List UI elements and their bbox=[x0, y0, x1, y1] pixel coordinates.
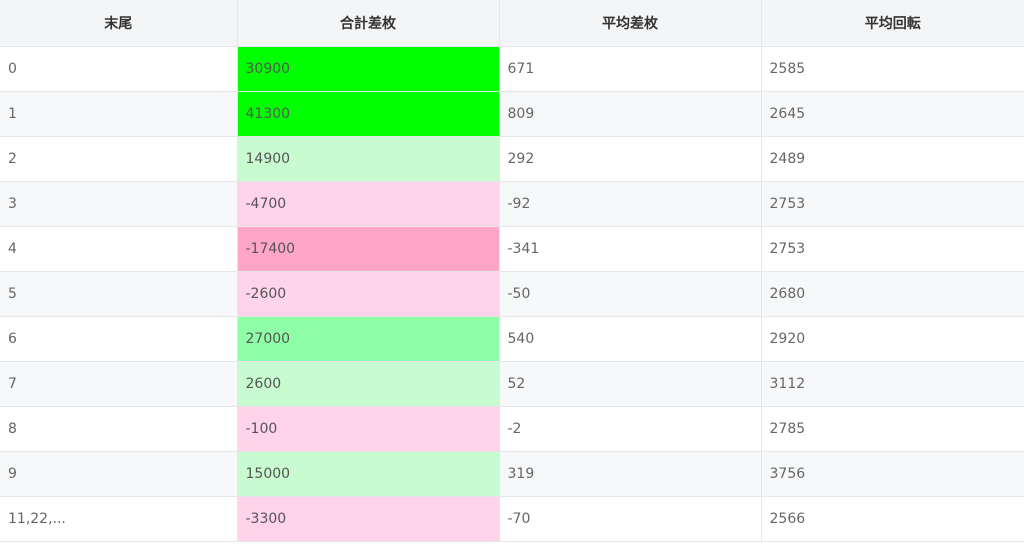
tail-cell: 7 bbox=[0, 361, 238, 407]
tail-cell: 1 bbox=[0, 91, 238, 137]
average-spin-cell: 2585 bbox=[760, 46, 1024, 92]
tail-cell: 8 bbox=[0, 406, 238, 452]
total-diff-cell: -3300 bbox=[236, 496, 500, 542]
table-row: 5 -2600 -50 2680 bbox=[0, 271, 1024, 317]
average-diff-cell: -70 bbox=[498, 496, 762, 542]
tail-cell: 5 bbox=[0, 271, 238, 317]
average-diff-cell: 540 bbox=[498, 316, 762, 362]
tail-cell: 0 bbox=[0, 46, 238, 92]
table-row: 7 2600 52 3112 bbox=[0, 361, 1024, 407]
table-row: 2 14900 292 2489 bbox=[0, 136, 1024, 182]
tail-cell: 11,22,... bbox=[0, 496, 238, 542]
average-spin-cell: 3756 bbox=[760, 451, 1024, 497]
table-row: 8 -100 -2 2785 bbox=[0, 406, 1024, 452]
average-spin-cell: 2566 bbox=[760, 496, 1024, 542]
total-diff-cell: 41300 bbox=[236, 91, 500, 137]
average-diff-cell: -2 bbox=[498, 406, 762, 452]
tail-cell: 9 bbox=[0, 451, 238, 497]
average-spin-cell: 2753 bbox=[760, 181, 1024, 227]
column-header-average-diff[interactable]: 平均差枚 bbox=[498, 0, 762, 47]
total-diff-cell: -2600 bbox=[236, 271, 500, 317]
total-diff-cell: -100 bbox=[236, 406, 500, 452]
average-spin-cell: 2489 bbox=[760, 136, 1024, 182]
total-diff-cell: 2600 bbox=[236, 361, 500, 407]
average-spin-cell: 2645 bbox=[760, 91, 1024, 137]
table-row: 6 27000 540 2920 bbox=[0, 316, 1024, 362]
total-diff-cell: 27000 bbox=[236, 316, 500, 362]
average-diff-cell: 292 bbox=[498, 136, 762, 182]
table-row: 0 30900 671 2585 bbox=[0, 46, 1024, 92]
tail-cell: 6 bbox=[0, 316, 238, 362]
table-row: 1 41300 809 2645 bbox=[0, 91, 1024, 137]
table-body: 0 30900 671 2585 1 41300 809 2645 2 14900 292 2489 3… bbox=[0, 46, 1024, 542]
column-header-tail[interactable]: 末尾 bbox=[0, 0, 238, 47]
average-diff-cell: -50 bbox=[498, 271, 762, 317]
stats-table: 末尾 合計差枚 平均差枚 平均回転 0 30900 671 2585 1 41300 809… bbox=[0, 0, 1024, 542]
average-diff-cell: 671 bbox=[498, 46, 762, 92]
tail-cell: 2 bbox=[0, 136, 238, 182]
header-row: 末尾 合計差枚 平均差枚 平均回転 bbox=[0, 0, 1024, 47]
total-diff-cell: 15000 bbox=[236, 451, 500, 497]
column-header-total-diff[interactable]: 合計差枚 bbox=[236, 0, 500, 47]
average-diff-cell: 809 bbox=[498, 91, 762, 137]
average-diff-cell: 52 bbox=[498, 361, 762, 407]
average-spin-cell: 2920 bbox=[760, 316, 1024, 362]
average-spin-cell: 2753 bbox=[760, 226, 1024, 272]
table-row: 9 15000 319 3756 bbox=[0, 451, 1024, 497]
total-diff-cell: 14900 bbox=[236, 136, 500, 182]
column-header-average-spin[interactable]: 平均回転 bbox=[760, 0, 1024, 47]
total-diff-cell: -17400 bbox=[236, 226, 500, 272]
table-row: 11,22,... -3300 -70 2566 bbox=[0, 496, 1024, 542]
average-spin-cell: 2785 bbox=[760, 406, 1024, 452]
table-row: 3 -4700 -92 2753 bbox=[0, 181, 1024, 227]
average-spin-cell: 2680 bbox=[760, 271, 1024, 317]
tail-cell: 3 bbox=[0, 181, 238, 227]
table-row: 4 -17400 -341 2753 bbox=[0, 226, 1024, 272]
total-diff-cell: 30900 bbox=[236, 46, 500, 92]
table-header: 末尾 合計差枚 平均差枚 平均回転 bbox=[0, 0, 1024, 47]
average-spin-cell: 3112 bbox=[760, 361, 1024, 407]
average-diff-cell: -92 bbox=[498, 181, 762, 227]
average-diff-cell: -341 bbox=[498, 226, 762, 272]
total-diff-cell: -4700 bbox=[236, 181, 500, 227]
tail-cell: 4 bbox=[0, 226, 238, 272]
average-diff-cell: 319 bbox=[498, 451, 762, 497]
